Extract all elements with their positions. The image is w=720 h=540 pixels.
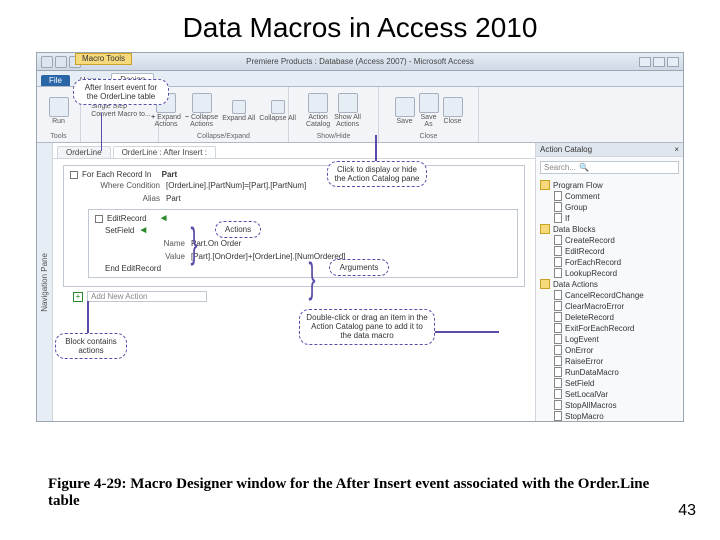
catalog-tree: Program Flow Comment Group If Data Block… xyxy=(536,178,683,421)
collapse-icon[interactable] xyxy=(70,171,78,179)
node-data-actions[interactable]: Data Actions xyxy=(540,279,679,290)
tools-group-label: Tools xyxy=(50,132,66,140)
node-onerror[interactable]: OnError xyxy=(540,345,679,356)
setfield-action[interactable]: SetField◄ xyxy=(95,224,511,237)
slide-title: Data Macros in Access 2010 xyxy=(0,0,720,52)
save-button[interactable]: Save xyxy=(395,97,415,125)
node-group[interactable]: Group xyxy=(540,202,679,213)
end-editrecord: End EditRecord xyxy=(95,263,511,274)
node-editrecord[interactable]: EditRecord xyxy=(540,246,679,257)
callout-actions: Actions xyxy=(215,221,261,238)
qat-undo-icon[interactable] xyxy=(55,56,67,68)
convert-button[interactable]: Convert Macro to... xyxy=(88,111,151,118)
node-setfield[interactable]: SetField xyxy=(540,378,679,389)
node-stopall[interactable]: StopAllMacros xyxy=(540,400,679,411)
callout-drag: Double-click or drag an item in the Acti… xyxy=(299,309,435,345)
brace-icon: } xyxy=(309,263,316,292)
arrow-icon: ◄ xyxy=(159,213,169,224)
show-all-actions-button[interactable]: Show AllActions xyxy=(334,93,361,128)
alias-value: Part xyxy=(166,194,181,203)
action-catalog-button[interactable]: ActionCatalog xyxy=(306,93,330,128)
name-label: Name xyxy=(113,239,185,248)
node-exit[interactable]: ExitForEachRecord xyxy=(540,323,679,334)
close-macro-button[interactable]: Close xyxy=(443,97,463,125)
node-raise[interactable]: RaiseError xyxy=(540,356,679,367)
alias-label: Alias xyxy=(88,194,160,203)
qat-save-icon[interactable] xyxy=(41,56,53,68)
node-comment[interactable]: Comment xyxy=(540,191,679,202)
file-tab[interactable]: File xyxy=(41,75,70,86)
access-window: Macro Tools Premiere Products : Database… xyxy=(36,52,684,422)
node-clear[interactable]: ClearMacroError xyxy=(540,301,679,312)
window-title: Premiere Products : Database (Access 200… xyxy=(87,57,633,66)
search-icon: 🔍 xyxy=(579,163,589,172)
callout-show-hide: Click to display or hide the Action Cata… xyxy=(327,161,427,187)
node-log[interactable]: LogEvent xyxy=(540,334,679,345)
run-button[interactable]: Run xyxy=(49,97,69,125)
name-value: Part.On Order xyxy=(191,239,241,248)
collapse-icon[interactable] xyxy=(95,215,103,223)
where-label: Where Condition xyxy=(88,181,160,190)
save-as-button[interactable]: SaveAs xyxy=(419,93,439,128)
node-stop[interactable]: StopMacro xyxy=(540,411,679,421)
add-new-action[interactable]: +Add New Action xyxy=(73,291,525,302)
doctab-afterinsert[interactable]: OrderLine : After Insert : xyxy=(113,146,216,158)
foreach-block[interactable]: For Each Record In Part Where Condition[… xyxy=(63,165,525,287)
plus-icon: + xyxy=(73,292,83,302)
node-foreachrecord[interactable]: ForEachRecord xyxy=(540,257,679,268)
navigation-pane[interactable]: Navigation Pane xyxy=(37,143,53,421)
callout-after-insert: After Insert event for the OrderLine tab… xyxy=(73,79,169,105)
close-group-label: Close xyxy=(420,132,438,140)
node-cancel[interactable]: CancelRecordChange xyxy=(540,290,679,301)
collapse-actions-button[interactable]: − CollapseActions xyxy=(185,93,218,128)
expand-all-button[interactable]: Expand All xyxy=(222,100,255,122)
collapse-expand-group-label: Collapse/Expand xyxy=(197,132,250,140)
arrow-icon: ◄ xyxy=(138,225,148,236)
macro-designer: For Each Record In Part Where Condition[… xyxy=(53,159,535,308)
value-value: [Part].[OnOrder]+[OrderLine].[NumOrdered… xyxy=(191,252,346,261)
node-rundata[interactable]: RunDataMacro xyxy=(540,367,679,378)
contextual-tab-label: Macro Tools xyxy=(75,53,132,65)
node-data-blocks[interactable]: Data Blocks xyxy=(540,224,679,235)
callout-arguments: Arguments xyxy=(329,259,389,276)
brace-icon: } xyxy=(191,228,198,257)
document-tabs: OrderLine OrderLine : After Insert : xyxy=(53,143,535,159)
show-hide-group-label: Show/Hide xyxy=(317,132,351,140)
page-number: 43 xyxy=(678,502,696,520)
callout-block-actions: Block contains actions xyxy=(55,333,127,359)
maximize-button[interactable] xyxy=(653,57,665,67)
titlebar: Macro Tools Premiere Products : Database… xyxy=(37,53,683,71)
catalog-title: Action Catalog xyxy=(540,145,592,154)
action-catalog-pane: Action Catalog × Search...🔍 Program Flow … xyxy=(535,143,683,421)
node-lookuprecord[interactable]: LookupRecord xyxy=(540,268,679,279)
node-setlocal[interactable]: SetLocalVar xyxy=(540,389,679,400)
close-button[interactable] xyxy=(667,57,679,67)
node-program-flow[interactable]: Program Flow xyxy=(540,180,679,191)
minimize-button[interactable] xyxy=(639,57,651,67)
doctab-orderline[interactable]: OrderLine xyxy=(57,146,111,158)
figure-caption: Figure 4-29: Macro Designer window for t… xyxy=(48,476,660,510)
node-delete[interactable]: DeleteRecord xyxy=(540,312,679,323)
value-label: Value xyxy=(113,252,185,261)
node-if[interactable]: If xyxy=(540,213,679,224)
where-value: [OrderLine].[PartNum]=[Part].[PartNum] xyxy=(166,181,306,190)
editrecord-block[interactable]: EditRecord◄ SetField◄ NamePart.On Order … xyxy=(88,209,518,278)
catalog-search[interactable]: Search...🔍 xyxy=(540,161,679,174)
close-pane-icon[interactable]: × xyxy=(674,145,679,154)
node-createrecord[interactable]: CreateRecord xyxy=(540,235,679,246)
